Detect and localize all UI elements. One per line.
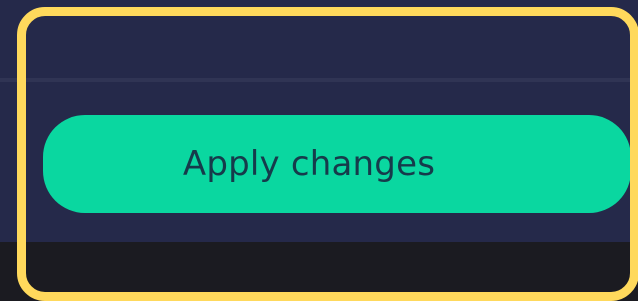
screenshot-root: Apply changes [0, 0, 638, 301]
panel-header-area [0, 0, 638, 78]
apply-changes-button[interactable]: Apply changes [43, 115, 631, 213]
panel-footer-area [0, 242, 638, 301]
apply-changes-label: Apply changes [182, 144, 436, 184]
